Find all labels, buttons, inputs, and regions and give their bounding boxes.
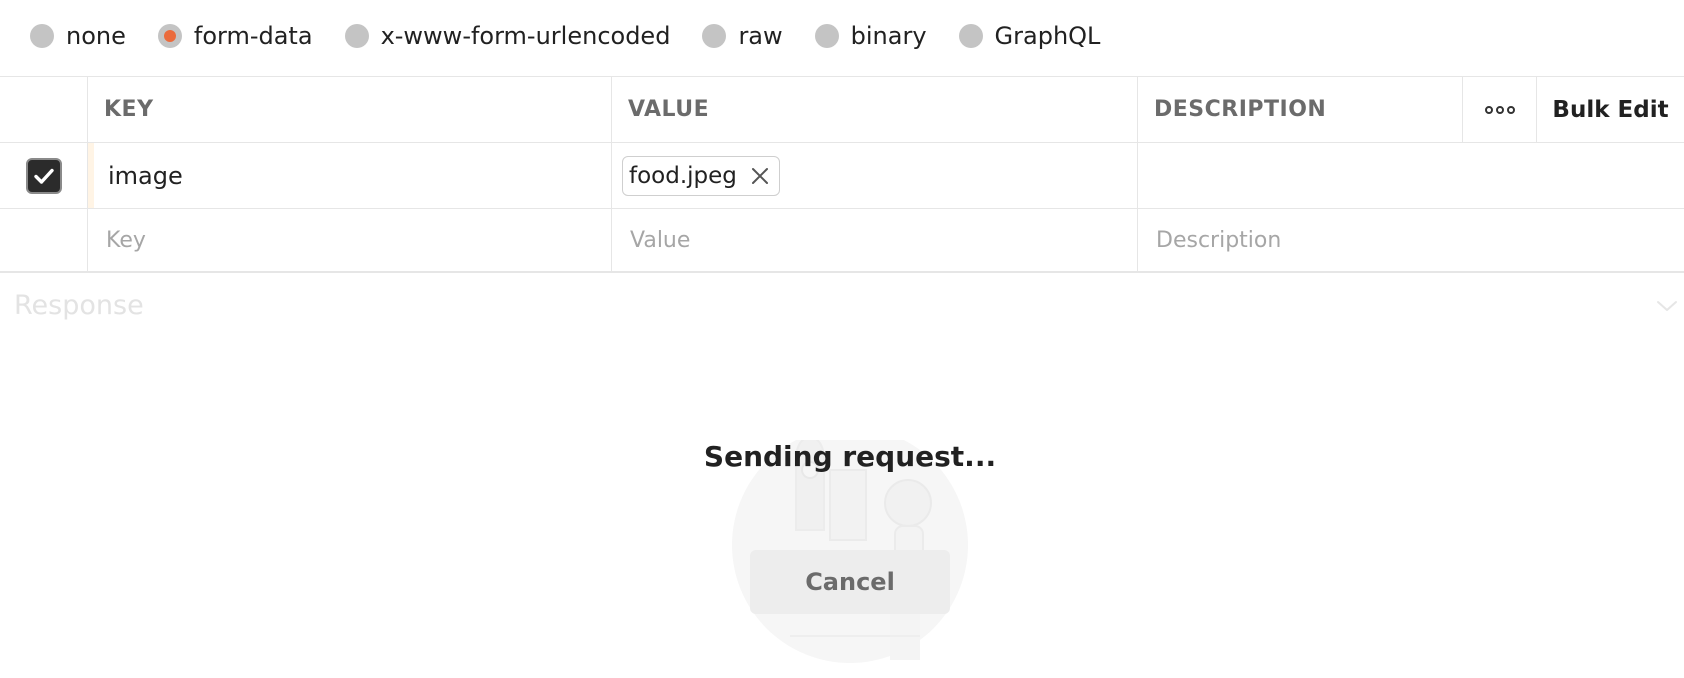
new-row-check-cell [0,209,88,271]
new-description-cell[interactable]: Description [1138,209,1684,271]
new-value-cell[interactable]: Value [612,209,1138,271]
radio-raw-label[interactable]: raw [738,22,782,50]
chevron-down-icon[interactable] [1656,299,1678,313]
table-header-row: KEY VALUE DESCRIPTION Bulk Edit [0,77,1684,143]
check-icon [33,168,54,184]
radio-none[interactable]: none [30,22,126,50]
radio-raw[interactable]: raw [702,22,783,50]
value-placeholder[interactable]: Value [628,228,690,253]
header-description-cell: DESCRIPTION [1138,77,1463,142]
bulk-edit-label[interactable]: Bulk Edit [1552,97,1668,123]
header-description: DESCRIPTION [1154,97,1327,122]
response-header[interactable]: Response [14,290,1684,321]
radio-urlencoded-label[interactable]: x-www-form-urlencoded [381,22,671,50]
radio-graphql-label[interactable]: GraphQL [995,22,1101,50]
new-key-cell[interactable]: Key [88,209,612,271]
body-type-radio-group: none form-data x-www-form-urlencoded raw… [0,0,1684,72]
radio-graphql-dot[interactable] [958,24,983,48]
radio-form-data[interactable]: form-data [157,22,313,50]
radio-urlencoded-dot[interactable] [344,24,369,48]
key-placeholder[interactable]: Key [104,228,146,253]
table-row: image food.jpeg [0,143,1684,209]
row-description-cell[interactable] [1138,143,1684,208]
more-options-button[interactable] [1463,77,1537,142]
table-row-new: Key Value Description [0,209,1684,273]
radio-form-data-dot[interactable] [157,24,182,48]
row-key[interactable]: image [104,162,183,190]
file-name: food.jpeg [629,162,737,189]
file-chip[interactable]: food.jpeg [622,155,780,196]
row-value-cell[interactable]: food.jpeg [612,143,1138,208]
bulk-edit-button[interactable]: Bulk Edit [1537,77,1684,142]
header-key-cell: KEY [88,77,612,142]
response-title: Response [14,290,144,321]
radio-x-www-form-urlencoded[interactable]: x-www-form-urlencoded [344,22,671,50]
more-horizontal-icon[interactable] [1484,105,1515,114]
close-icon[interactable] [751,167,769,185]
radio-binary-label[interactable]: binary [851,22,927,50]
row-check-cell [0,143,88,208]
radio-binary[interactable]: binary [814,22,927,50]
radio-raw-dot[interactable] [702,24,727,48]
radio-form-data-label[interactable]: form-data [194,22,313,50]
row-key-cell[interactable]: image [88,143,612,208]
header-value: VALUE [628,97,710,122]
form-data-table: KEY VALUE DESCRIPTION Bulk Edit image fo… [0,76,1684,273]
description-placeholder[interactable]: Description [1156,228,1281,253]
radio-none-dot[interactable] [30,24,54,48]
radio-binary-dot[interactable] [814,24,839,48]
radio-none-label[interactable]: none [66,22,126,50]
row-enabled-checkbox[interactable] [25,157,62,194]
sending-request-text: Sending request... [703,440,997,473]
radio-graphql[interactable]: GraphQL [958,22,1101,50]
header-check-cell [0,77,88,142]
header-key: KEY [104,97,154,122]
cancel-button[interactable]: Cancel [750,550,950,614]
header-value-cell: VALUE [612,77,1138,142]
